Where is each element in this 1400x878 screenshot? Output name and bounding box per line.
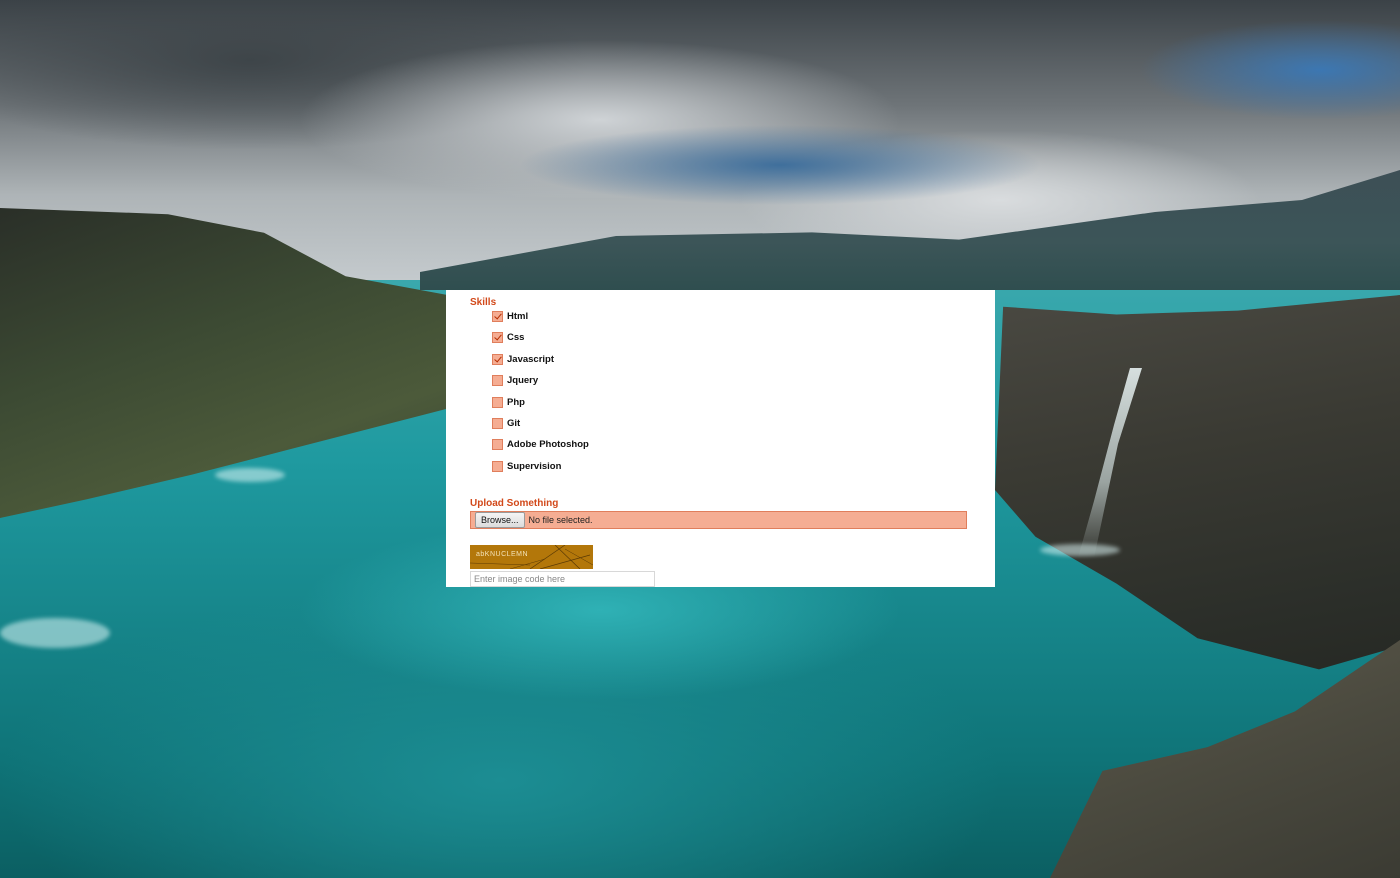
upload-label: Upload Something: [470, 498, 559, 509]
captcha-input[interactable]: [470, 571, 655, 587]
skills-list: Html Css Javascript Jquery Php Git Adobe…: [492, 311, 589, 482]
skill-item-supervision[interactable]: Supervision: [492, 460, 589, 482]
skill-checkbox-jquery[interactable]: [492, 375, 503, 387]
skill-item-php[interactable]: Php: [492, 396, 589, 418]
skill-checkbox-php[interactable]: [492, 396, 503, 408]
skill-checkbox-javascript[interactable]: [492, 353, 503, 365]
skill-checkbox-adobe-photoshop[interactable]: [492, 439, 503, 451]
captcha-image: abKNUCLEMN: [470, 545, 593, 569]
water-foam: [1040, 544, 1120, 556]
skill-checkbox-git[interactable]: [492, 417, 503, 429]
skill-label: Javascript: [507, 353, 555, 365]
skill-label: Supervision: [507, 460, 562, 472]
form-panel: Skills Html Css Javascript Jquery Php Gi…: [446, 290, 995, 587]
file-upload-field[interactable]: Browse... No file selected.: [470, 511, 967, 529]
skill-item-git[interactable]: Git: [492, 417, 589, 439]
skill-label: Git: [507, 417, 521, 429]
skill-label: Html: [507, 311, 529, 322]
captcha-text: abKNUCLEMN: [476, 551, 529, 558]
file-status: No file selected.: [528, 515, 593, 525]
skill-label: Php: [507, 396, 525, 408]
skill-label: Css: [507, 332, 525, 344]
skill-item-adobe-photoshop[interactable]: Adobe Photoshop: [492, 439, 589, 460]
skills-label: Skills: [470, 297, 497, 308]
water-foam: [215, 468, 285, 482]
skill-label: Jquery: [507, 375, 539, 387]
skill-item-javascript[interactable]: Javascript: [492, 353, 589, 375]
skill-item-css[interactable]: Css: [492, 332, 589, 353]
browse-button[interactable]: Browse...: [475, 512, 525, 528]
skill-item-html[interactable]: Html: [492, 311, 589, 332]
skill-checkbox-html[interactable]: [492, 311, 503, 322]
skill-checkbox-supervision[interactable]: [492, 460, 503, 472]
skill-item-jquery[interactable]: Jquery: [492, 375, 589, 396]
skill-label: Adobe Photoshop: [507, 439, 589, 451]
water-foam: [0, 618, 110, 648]
skill-checkbox-css[interactable]: [492, 332, 503, 344]
